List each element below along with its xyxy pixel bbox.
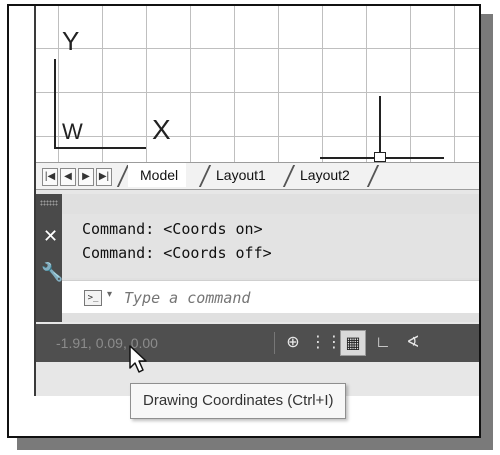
command-line-handle[interactable]: ✕ 🔧 (36, 194, 63, 322)
first-tab-icon[interactable]: |◀ (42, 168, 58, 186)
last-tab-icon[interactable]: ▶| (96, 168, 112, 186)
snap-cursor-icon[interactable]: ⊕ (280, 330, 306, 356)
layout-tab-bar: |◀ ◀ ▶ ▶| Model Layout1 Layout2 (36, 162, 479, 190)
wrench-icon[interactable]: 🔧 (41, 262, 63, 283)
grid-display-icon[interactable]: ▦ (340, 330, 366, 356)
ucs-y-label: Y (62, 26, 80, 56)
grid-dots-icon[interactable]: ⋮⋮ (310, 330, 342, 356)
ucs-x-axis (54, 147, 146, 149)
tab-layout2[interactable]: Layout2 (294, 163, 356, 187)
tooltip: Drawing Coordinates (Ctrl+I) (130, 383, 347, 419)
command-input-row: >_ ▾ (62, 280, 479, 313)
ortho-icon[interactable]: ∟ (370, 330, 396, 356)
ucs-y-axis (54, 59, 56, 149)
figure-frame: Y W X |◀ ◀ ▶ ▶| Model Layout1 Layout2 ✕ … (7, 4, 481, 438)
command-prompt-icon[interactable]: >_ (84, 290, 102, 306)
prev-tab-icon[interactable]: ◀ (60, 168, 76, 186)
ucs-w-label: W (62, 119, 83, 144)
drawing-canvas[interactable]: Y W X (36, 6, 479, 164)
next-tab-icon[interactable]: ▶ (78, 168, 94, 186)
crosshair-pickbox (374, 152, 386, 162)
command-input[interactable] (122, 286, 466, 310)
crosshair-vertical (379, 96, 381, 160)
autocad-window: Y W X |◀ ◀ ▶ ▶| Model Layout1 Layout2 ✕ … (34, 6, 479, 396)
command-line-window: ✕ 🔧 Command: <Coords on> Command: <Coord… (36, 194, 479, 322)
polar-tracking-icon[interactable]: ∢ (400, 330, 426, 356)
close-icon[interactable]: ✕ (43, 226, 58, 247)
status-separator (274, 332, 275, 354)
tab-divider (366, 165, 380, 187)
ucs-x-label: X (152, 114, 171, 145)
grip-handle-icon[interactable] (40, 200, 58, 206)
mouse-pointer-icon (129, 345, 147, 373)
history-line: Command: <Coords on> (82, 220, 263, 238)
chevron-down-icon[interactable]: ▾ (107, 289, 112, 300)
tab-layout1[interactable]: Layout1 (210, 163, 272, 187)
history-line: Command: <Coords off> (82, 244, 272, 262)
command-history: Command: <Coords on> Command: <Coords of… (62, 214, 479, 278)
tab-model[interactable]: Model (128, 163, 187, 187)
status-bar: -1.91, 0.09, 0.00 ⊕ ⋮⋮ ▦ ∟ ∢ (36, 324, 479, 362)
